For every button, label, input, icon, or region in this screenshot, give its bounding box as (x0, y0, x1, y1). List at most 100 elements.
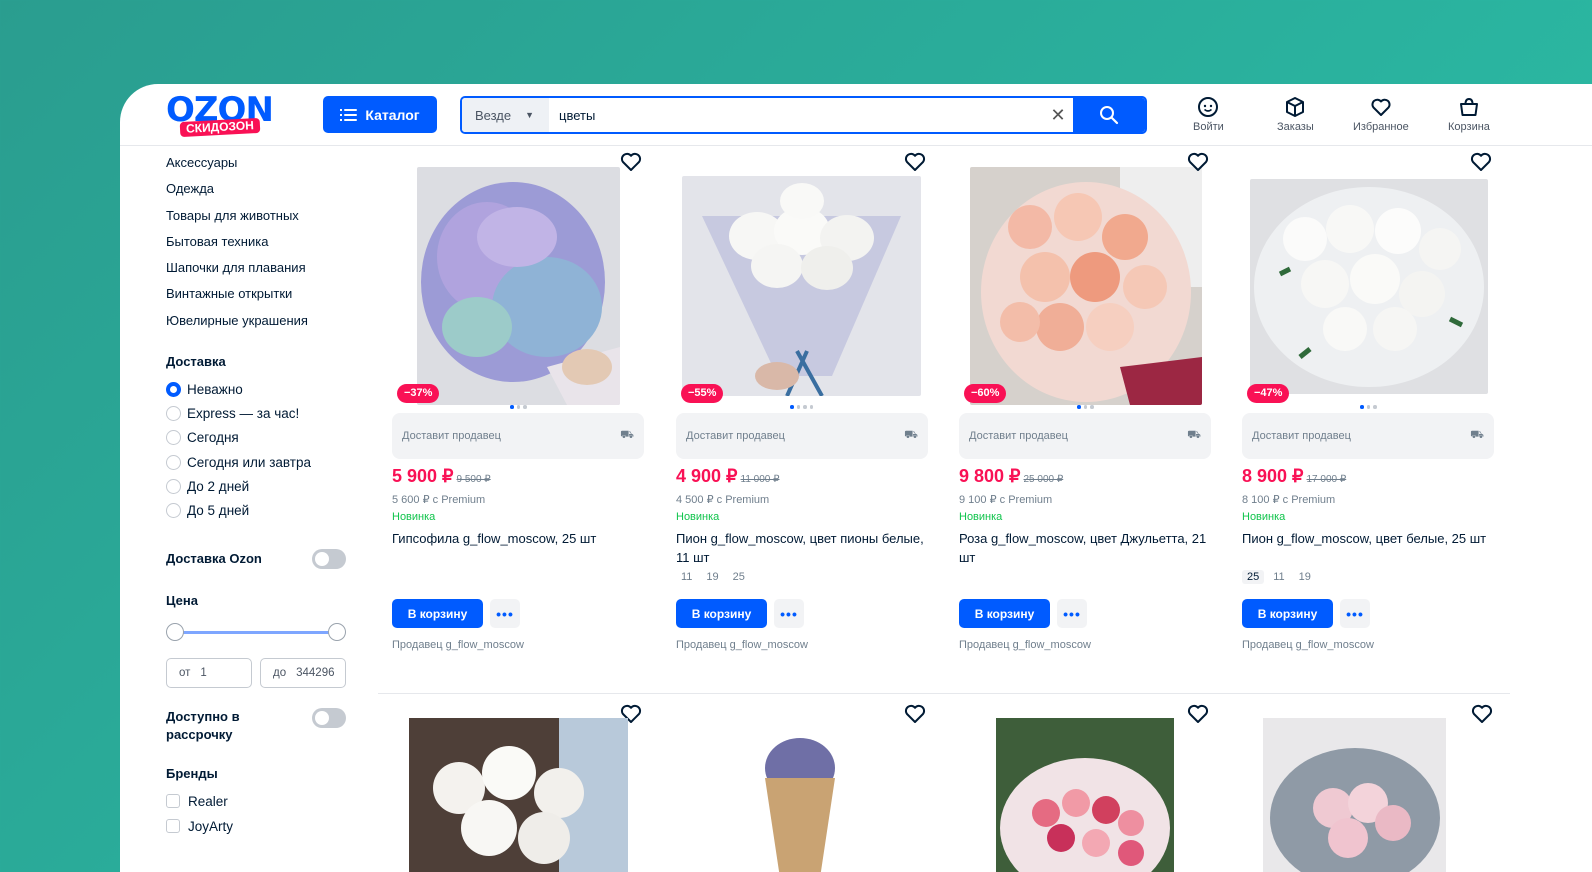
brand-checkbox[interactable]: JoyArty (166, 814, 366, 839)
category-link[interactable]: Одежда (166, 176, 366, 202)
white-peonies-25-image[interactable] (1250, 179, 1488, 394)
delivery-option-label: До 2 дней (187, 478, 250, 494)
installment-toggle[interactable] (312, 707, 346, 728)
price-title: Цена (166, 592, 198, 608)
ozon-logo[interactable]: OZON СКИДОЗОН (166, 93, 290, 138)
seller-name[interactable]: Продавец g_flow_moscow (676, 639, 808, 651)
pink-roses-bouquet-image[interactable] (996, 718, 1174, 872)
product-card[interactable]: −60% Доставит продавец ⛟ 9 800 ₽25 000 ₽ … (959, 84, 1211, 684)
delivery-text: Доставит продавец (402, 430, 501, 442)
seller-name[interactable]: Продавец g_flow_moscow (1242, 639, 1374, 651)
pink-peonies-bouquet-image[interactable] (1263, 718, 1446, 872)
favorite-heart-icon[interactable] (620, 152, 642, 172)
delivery-option[interactable]: Express — за час! (166, 401, 366, 425)
size-option[interactable]: 11 (676, 570, 697, 584)
price-from-field[interactable]: от 1 (166, 657, 252, 688)
price-slider-track (175, 630, 337, 634)
delivery-option-label: Express — за час! (187, 406, 300, 422)
delivery-text: Доставит продавец (969, 430, 1068, 442)
size-option[interactable]: 19 (1294, 570, 1316, 584)
discount-badge: −60% (964, 384, 1007, 403)
image-pager[interactable] (510, 405, 527, 409)
price-from-value: 1 (200, 666, 207, 679)
size-option-selected[interactable]: 25 (1242, 570, 1265, 584)
category-link[interactable]: Винтажные открытки (166, 281, 366, 307)
truck-icon: ⛟ (1470, 429, 1484, 441)
radio-icon (166, 454, 181, 470)
current-price: 4 900 ₽ (676, 466, 738, 486)
delivery-option[interactable]: До 2 дней (166, 474, 366, 498)
filters-sidebar: Аксессуары Одежда Товары для животных Бы… (166, 146, 366, 839)
size-option[interactable]: 25 (728, 570, 750, 584)
category-link[interactable]: Аксессуары (166, 150, 366, 176)
price-from-label: от (179, 666, 191, 679)
product-card[interactable]: −55% Доставит продавец ⛟ 4 900 ₽11 000 ₽ … (676, 84, 928, 684)
category-link[interactable]: Ювелирные украшения (166, 308, 366, 334)
current-price: 8 900 ₽ (1242, 466, 1304, 486)
product-card[interactable]: −37% Доставит продавец ⛟ 5 900 ₽9 500 ₽ 5… (392, 84, 644, 684)
image-pager[interactable] (790, 405, 813, 409)
brand-checkbox[interactable]: Realer (166, 789, 366, 814)
image-pager[interactable] (1077, 405, 1094, 409)
more-options-button[interactable]: ••• (490, 599, 520, 628)
category-link[interactable]: Товары для животных (166, 203, 366, 229)
roses-bouquet-image[interactable] (970, 167, 1202, 405)
delivery-info: Доставит продавец ⛟ (1242, 413, 1494, 459)
price-to-field[interactable]: до 344296 (260, 657, 346, 688)
truck-icon: ⛟ (904, 429, 918, 441)
category-link[interactable]: Шапочки для плавания (166, 255, 366, 281)
more-options-button[interactable]: ••• (1340, 599, 1370, 628)
more-options-button[interactable]: ••• (1057, 599, 1087, 628)
price-to-value: 344296 (296, 666, 335, 679)
favorite-heart-icon[interactable] (904, 152, 926, 172)
old-price: 9 500 ₽ (456, 474, 491, 485)
seller-name[interactable]: Продавец g_flow_moscow (392, 639, 524, 651)
product-title[interactable]: Пион g_flow_moscow, цвет белые, 25 шт (1242, 529, 1494, 548)
product-title[interactable]: Пион g_flow_moscow, цвет пионы белые, 11… (676, 529, 928, 567)
discount-badge: −47% (1247, 384, 1290, 403)
add-to-cart-button[interactable]: В корзину (959, 599, 1050, 628)
favorite-heart-icon[interactable] (1471, 704, 1493, 729)
delivery-option[interactable]: Сегодня (166, 426, 366, 450)
category-link[interactable]: Бытовая техника (166, 229, 366, 255)
product-title[interactable]: Гипсофила g_flow_moscow, 25 шт (392, 529, 644, 548)
seller-name[interactable]: Продавец g_flow_moscow (959, 639, 1091, 651)
truck-icon: ⛟ (620, 429, 634, 441)
white-peonies-bouquet-image[interactable] (682, 176, 921, 396)
current-price: 5 900 ₽ (392, 466, 454, 486)
price-slider-max-handle[interactable] (328, 622, 346, 641)
add-to-cart-button[interactable]: В корзину (676, 599, 767, 628)
lavender-bouquet-image[interactable] (740, 718, 860, 872)
favorite-heart-icon[interactable] (1187, 704, 1209, 729)
size-option[interactable]: 19 (701, 570, 723, 584)
favorite-heart-icon[interactable] (1470, 152, 1492, 172)
add-to-cart-button[interactable]: В корзину (392, 599, 483, 628)
delivery-option[interactable]: Сегодня или завтра (166, 450, 366, 474)
favorite-heart-icon[interactable] (904, 704, 926, 729)
product-title[interactable]: Роза g_flow_moscow, цвет Джульетта, 21 ш… (959, 529, 1211, 567)
checkbox-icon (166, 819, 180, 834)
gypsophila-bouquet-image[interactable] (417, 167, 620, 405)
old-price: 17 000 ₽ (1306, 474, 1347, 485)
delivery-option[interactable]: Неважно (166, 377, 366, 401)
new-tag: Новинка (392, 511, 436, 523)
delivery-option-label: До 5 дней (187, 503, 250, 519)
new-tag: Новинка (676, 511, 720, 523)
radio-checked-icon (166, 381, 181, 397)
ozon-delivery-toggle[interactable] (312, 548, 346, 569)
price-slider[interactable] (166, 622, 346, 642)
premium-price: 5 600 ₽ с Premium (392, 494, 486, 506)
image-pager[interactable] (1360, 405, 1377, 409)
product-card[interactable]: −47% Доставит продавец ⛟ 8 900 ₽17 000 ₽ … (1242, 84, 1494, 684)
more-options-button[interactable]: ••• (774, 599, 804, 628)
size-option[interactable]: 11 (1268, 570, 1289, 584)
delivery-option[interactable]: До 5 дней (166, 499, 366, 523)
new-tag: Новинка (1242, 511, 1286, 523)
price-slider-min-handle[interactable] (166, 622, 184, 641)
price-row: 5 900 ₽9 500 ₽ (392, 466, 491, 487)
add-to-cart-button[interactable]: В корзину (1242, 599, 1333, 628)
favorite-heart-icon[interactable] (1187, 152, 1209, 172)
white-peonies-image[interactable] (409, 718, 628, 872)
delivery-info: Доставит продавец ⛟ (959, 413, 1211, 459)
radio-icon (166, 430, 181, 446)
